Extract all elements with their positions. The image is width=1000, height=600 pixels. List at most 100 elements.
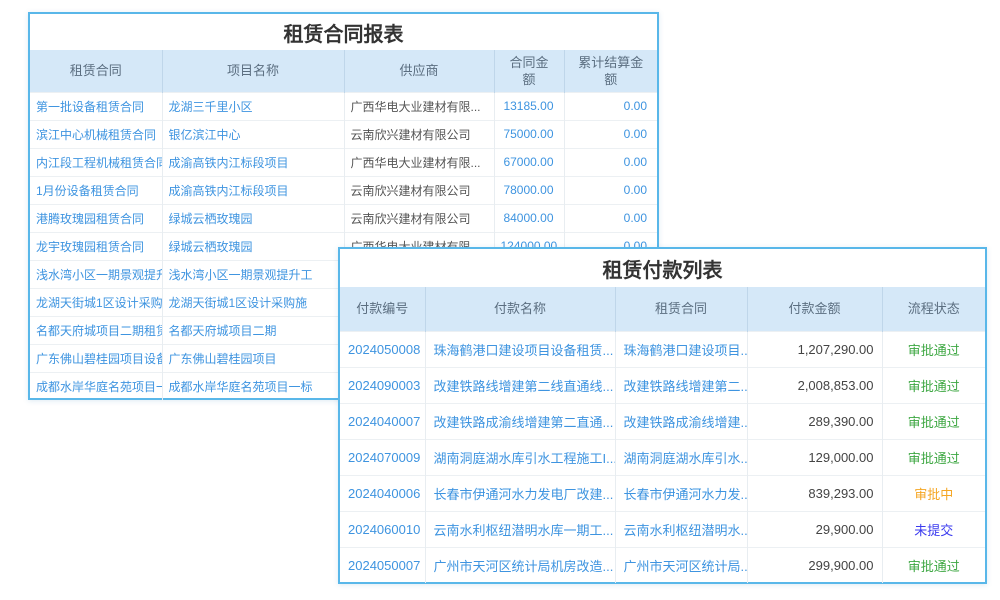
column-header: 付款金额 <box>747 287 882 331</box>
payment-name-cell[interactable]: 改建铁路成渝线增建第二直通... <box>425 403 615 439</box>
contract-cell[interactable]: 内江段工程机械租赁合同 <box>30 148 162 176</box>
project-cell[interactable]: 浅水湾小区一期景观提升工 <box>162 260 344 288</box>
column-header: 累计结算金额 <box>564 50 657 92</box>
table-row: 2024070009湖南洞庭湖水库引水工程施工I...湖南洞庭湖水库引水...1… <box>340 439 985 475</box>
payment-amount-cell: 2,008,853.00 <box>747 367 882 403</box>
project-cell[interactable]: 龙湖天街城1区设计采购施 <box>162 288 344 316</box>
table-row: 滨江中心机械租赁合同银亿滨江中心云南欣兴建材有限公司75000.000.00 <box>30 120 657 148</box>
contract-amount-cell: 78000.00 <box>494 176 564 204</box>
contract-cell[interactable]: 龙湖天街城1区设计采购 <box>30 288 162 316</box>
settled-amount-cell: 0.00 <box>564 120 657 148</box>
project-cell[interactable]: 银亿滨江中心 <box>162 120 344 148</box>
settled-amount-cell: 0.00 <box>564 204 657 232</box>
status-cell: 审批通过 <box>882 331 985 367</box>
contract-cell[interactable]: 浅水湾小区一期景观提升 <box>30 260 162 288</box>
contract-amount-cell: 67000.00 <box>494 148 564 176</box>
payment-name-cell[interactable]: 长春市伊通河水力发电厂改建... <box>425 475 615 511</box>
payment-amount-cell: 839,293.00 <box>747 475 882 511</box>
payment-amount-cell: 299,900.00 <box>747 547 882 583</box>
status-cell: 审批通过 <box>882 439 985 475</box>
payment-name-cell[interactable]: 改建铁路线增建第二线直通线... <box>425 367 615 403</box>
table-row: 港腾玫瑰园租赁合同绿城云栖玫瑰园云南欣兴建材有限公司84000.000.00 <box>30 204 657 232</box>
payment-no-cell[interactable]: 2024040007 <box>340 403 425 439</box>
payment-amount-cell: 29,900.00 <box>747 511 882 547</box>
column-header: 租赁合同 <box>615 287 747 331</box>
report-page: 租赁合同报表 租赁合同项目名称供应商合同金额累计结算金额 第一批设备租赁合同龙湖… <box>0 0 1000 600</box>
contract-amount-cell: 75000.00 <box>494 120 564 148</box>
column-header: 项目名称 <box>162 50 344 92</box>
table-row: 内江段工程机械租赁合同成渝高铁内江标段项目广西华电大业建材有限...67000.… <box>30 148 657 176</box>
supplier-cell: 云南欣兴建材有限公司 <box>344 204 494 232</box>
contract-cell[interactable]: 广东佛山碧桂园项目设备 <box>30 344 162 372</box>
supplier-cell: 广西华电大业建材有限... <box>344 148 494 176</box>
contract-cell[interactable]: 成都水岸华庭名苑项目一 <box>30 372 162 400</box>
payment-list-header: 付款编号付款名称租赁合同付款金额流程状态 <box>340 287 985 331</box>
project-cell[interactable]: 绿城云栖玫瑰园 <box>162 204 344 232</box>
payment-name-cell[interactable]: 湖南洞庭湖水库引水工程施工I... <box>425 439 615 475</box>
supplier-cell: 广西华电大业建材有限... <box>344 92 494 120</box>
payment-name-cell[interactable]: 珠海鹤港口建设项目设备租赁... <box>425 331 615 367</box>
payment-name-cell[interactable]: 广州市天河区统计局机房改造... <box>425 547 615 583</box>
lease-contract-cell[interactable]: 改建铁路线增建第二... <box>615 367 747 403</box>
table-row: 2024060010云南水利枢纽潜明水库一期工...云南水利枢纽潜明水...29… <box>340 511 985 547</box>
project-cell[interactable]: 龙湖三千里小区 <box>162 92 344 120</box>
status-cell: 审批通过 <box>882 547 985 583</box>
lease-contract-cell[interactable]: 珠海鹤港口建设项目... <box>615 331 747 367</box>
supplier-cell: 云南欣兴建材有限公司 <box>344 120 494 148</box>
column-header: 付款编号 <box>340 287 425 331</box>
table-row: 2024040006长春市伊通河水力发电厂改建...长春市伊通河水力发...83… <box>340 475 985 511</box>
table-row: 1月份设备租赁合同成渝高铁内江标段项目云南欣兴建材有限公司78000.000.0… <box>30 176 657 204</box>
payment-no-cell[interactable]: 2024090003 <box>340 367 425 403</box>
payment-no-cell[interactable]: 2024040006 <box>340 475 425 511</box>
status-cell: 未提交 <box>882 511 985 547</box>
table-row: 2024040007改建铁路成渝线增建第二直通...改建铁路成渝线增建...28… <box>340 403 985 439</box>
contract-amount-cell: 84000.00 <box>494 204 564 232</box>
project-cell[interactable]: 名都天府城项目二期 <box>162 316 344 344</box>
column-header: 付款名称 <box>425 287 615 331</box>
project-cell[interactable]: 成都水岸华庭名苑项目一标 <box>162 372 344 400</box>
column-header: 流程状态 <box>882 287 985 331</box>
column-header: 租赁合同 <box>30 50 162 92</box>
payment-no-cell[interactable]: 2024050008 <box>340 331 425 367</box>
status-cell: 审批中 <box>882 475 985 511</box>
payment-no-cell[interactable]: 2024050007 <box>340 547 425 583</box>
lease-contract-cell[interactable]: 改建铁路成渝线增建... <box>615 403 747 439</box>
contract-cell[interactable]: 滨江中心机械租赁合同 <box>30 120 162 148</box>
settled-amount-cell: 0.00 <box>564 92 657 120</box>
column-header: 合同金额 <box>494 50 564 92</box>
column-header: 供应商 <box>344 50 494 92</box>
contract-cell[interactable]: 龙宇玫瑰园租赁合同 <box>30 232 162 260</box>
contract-report-title: 租赁合同报表 <box>30 14 657 50</box>
supplier-cell: 云南欣兴建材有限公司 <box>344 176 494 204</box>
lease-contract-cell[interactable]: 广州市天河区统计局... <box>615 547 747 583</box>
payment-amount-cell: 1,207,290.00 <box>747 331 882 367</box>
table-row: 2024050007广州市天河区统计局机房改造...广州市天河区统计局...29… <box>340 547 985 583</box>
settled-amount-cell: 0.00 <box>564 148 657 176</box>
payment-no-cell[interactable]: 2024060010 <box>340 511 425 547</box>
lease-contract-cell[interactable]: 湖南洞庭湖水库引水... <box>615 439 747 475</box>
contract-cell[interactable]: 1月份设备租赁合同 <box>30 176 162 204</box>
payment-amount-cell: 289,390.00 <box>747 403 882 439</box>
payment-list-title: 租赁付款列表 <box>340 249 985 287</box>
status-cell: 审批通过 <box>882 403 985 439</box>
project-cell[interactable]: 成渝高铁内江标段项目 <box>162 176 344 204</box>
table-row: 第一批设备租赁合同龙湖三千里小区广西华电大业建材有限...13185.000.0… <box>30 92 657 120</box>
lease-contract-cell[interactable]: 云南水利枢纽潜明水... <box>615 511 747 547</box>
payment-no-cell[interactable]: 2024070009 <box>340 439 425 475</box>
table-row: 2024050008珠海鹤港口建设项目设备租赁...珠海鹤港口建设项目...1,… <box>340 331 985 367</box>
contract-cell[interactable]: 名都天府城项目二期租赁 <box>30 316 162 344</box>
project-cell[interactable]: 绿城云栖玫瑰园 <box>162 232 344 260</box>
contract-cell[interactable]: 港腾玫瑰园租赁合同 <box>30 204 162 232</box>
project-cell[interactable]: 广东佛山碧桂园项目 <box>162 344 344 372</box>
lease-contract-cell[interactable]: 长春市伊通河水力发... <box>615 475 747 511</box>
table-row: 2024090003改建铁路线增建第二线直通线...改建铁路线增建第二...2,… <box>340 367 985 403</box>
payment-name-cell[interactable]: 云南水利枢纽潜明水库一期工... <box>425 511 615 547</box>
status-cell: 审批通过 <box>882 367 985 403</box>
payment-list-card: 租赁付款列表 付款编号付款名称租赁合同付款金额流程状态 2024050008珠海… <box>338 247 987 584</box>
project-cell[interactable]: 成渝高铁内江标段项目 <box>162 148 344 176</box>
contract-amount-cell: 13185.00 <box>494 92 564 120</box>
payment-list-table: 付款编号付款名称租赁合同付款金额流程状态 2024050008珠海鹤港口建设项目… <box>340 287 985 583</box>
settled-amount-cell: 0.00 <box>564 176 657 204</box>
contract-cell[interactable]: 第一批设备租赁合同 <box>30 92 162 120</box>
payment-amount-cell: 129,000.00 <box>747 439 882 475</box>
